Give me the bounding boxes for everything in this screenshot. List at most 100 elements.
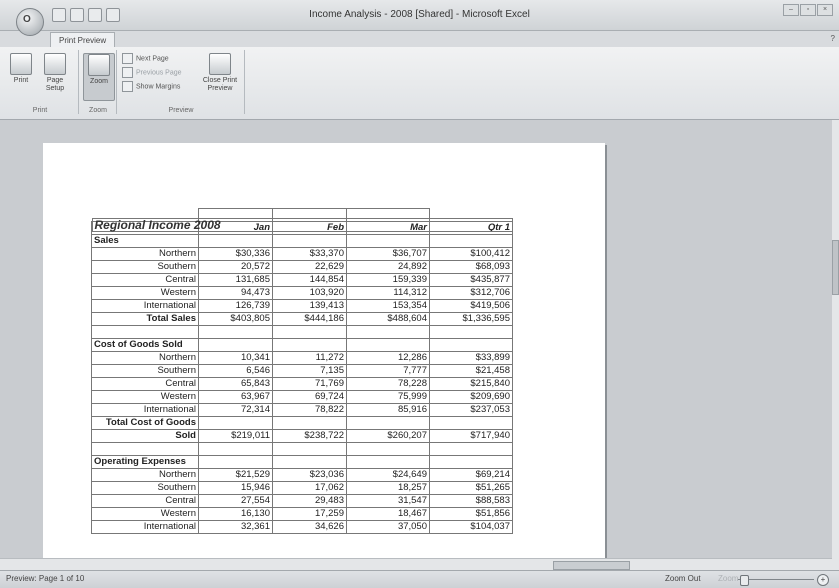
table-cell bbox=[198, 442, 273, 456]
help-icon[interactable]: ? bbox=[831, 34, 835, 43]
table-cell: $237,053 bbox=[429, 403, 513, 417]
table-cell: $51,856 bbox=[429, 507, 513, 521]
table-row: Southern 6,546 7,135 7,777 $21,458 bbox=[91, 364, 513, 378]
table-cell: 22,629 bbox=[272, 260, 347, 274]
table-cell: $435,877 bbox=[429, 273, 513, 287]
zoom-slider-knob[interactable] bbox=[740, 575, 749, 586]
table-cell: 131,685 bbox=[198, 273, 273, 287]
vertical-scrollbar[interactable] bbox=[832, 120, 839, 570]
zoom-group: Zoom Zoom bbox=[80, 50, 117, 114]
table-row: International 72,314 78,822 85,916 $237,053 bbox=[91, 403, 513, 417]
checkbox-icon bbox=[122, 81, 133, 92]
table-row: Central 131,685 144,854 159,339 $435,877 bbox=[91, 273, 513, 287]
table-cell: 24,892 bbox=[346, 260, 430, 274]
horizontal-scroll-thumb[interactable] bbox=[553, 561, 630, 570]
table-cell: $215,840 bbox=[429, 377, 513, 391]
table-cell: 12,286 bbox=[346, 351, 430, 365]
table-row: International 32,361 34,626 37,050 $104,037 bbox=[91, 520, 513, 534]
table-row: Northern $21,529 $23,036 $24,649 $69,214 bbox=[91, 468, 513, 482]
row-label: Central bbox=[91, 273, 199, 287]
vertical-scroll-thumb[interactable] bbox=[832, 240, 839, 295]
table-cell bbox=[429, 455, 513, 469]
ribbon: Print Page Setup Print Zoom Zoom Next Pa… bbox=[0, 47, 839, 120]
table-cell: $219,011 bbox=[198, 429, 273, 443]
table-row: Western 63,967 69,724 75,999 $209,690 bbox=[91, 390, 513, 404]
table-cell: $238,722 bbox=[272, 429, 347, 443]
office-logo-icon: O bbox=[23, 14, 31, 25]
show-margins-checkbox[interactable]: Show Margins bbox=[122, 81, 180, 93]
row-label: Western bbox=[91, 286, 199, 300]
close-print-preview-label: Close Print Preview bbox=[202, 77, 238, 92]
table-cell: 17,259 bbox=[272, 507, 347, 521]
row-label: Total Cost of Goods bbox=[91, 416, 199, 430]
table-cell: 159,339 bbox=[346, 273, 430, 287]
table-cell bbox=[429, 416, 513, 430]
total-row: Sold $219,011 $238,722 $260,207 $717,940 bbox=[91, 429, 513, 443]
table-cell: 63,967 bbox=[198, 390, 273, 404]
table-cell: $23,036 bbox=[272, 468, 347, 482]
close-button[interactable]: × bbox=[817, 4, 833, 16]
table-cell bbox=[272, 338, 347, 352]
tab-print-preview[interactable]: Print Preview bbox=[50, 32, 116, 48]
table-row: Southern 20,572 22,629 24,892 $68,093 bbox=[91, 260, 513, 274]
restore-button[interactable]: ▫ bbox=[800, 4, 816, 16]
row-label bbox=[91, 325, 199, 339]
table-cell: $419,506 bbox=[429, 299, 513, 313]
previous-page-icon bbox=[122, 67, 133, 78]
table-cell: 11,272 bbox=[272, 351, 347, 365]
next-page-button[interactable]: Next Page bbox=[122, 53, 169, 65]
zoom-button[interactable]: Zoom bbox=[83, 53, 115, 101]
previous-page-button[interactable]: Previous Page bbox=[122, 67, 182, 79]
table-cell: $30,336 bbox=[198, 247, 273, 261]
zoom-slider[interactable] bbox=[738, 579, 814, 580]
table-cell bbox=[429, 234, 513, 248]
table-cell: 78,822 bbox=[272, 403, 347, 417]
table-cell: 29,483 bbox=[272, 494, 347, 508]
row-label: Central bbox=[91, 377, 199, 391]
table-cell: 85,916 bbox=[346, 403, 430, 417]
preview-page[interactable]: Regional Income 2008 Jan Feb Mar Qtr 1 S… bbox=[43, 143, 605, 570]
page-info: Preview: Page 1 of 10 bbox=[6, 574, 85, 583]
table-cell bbox=[272, 442, 347, 456]
blank-row bbox=[91, 325, 513, 339]
office-button[interactable]: O bbox=[16, 8, 44, 36]
row-label: Northern bbox=[91, 468, 199, 482]
table-cell: $104,037 bbox=[429, 520, 513, 534]
table-cell: $403,805 bbox=[198, 312, 273, 326]
table-cell: 153,354 bbox=[346, 299, 430, 313]
show-margins-label: Show Margins bbox=[136, 83, 181, 91]
table-cell: 16,130 bbox=[198, 507, 273, 521]
table-cell: 7,777 bbox=[346, 364, 430, 378]
minimize-button[interactable]: – bbox=[783, 4, 799, 16]
table-cell: 37,050 bbox=[346, 520, 430, 534]
table-cell bbox=[272, 455, 347, 469]
table-row: Central 27,554 29,483 31,547 $88,583 bbox=[91, 494, 513, 508]
status-bar: Preview: Page 1 of 10 Zoom Out Zoom In + bbox=[0, 570, 839, 588]
table-cell: $33,370 bbox=[272, 247, 347, 261]
row-label: Southern bbox=[91, 260, 199, 274]
row-label: Southern bbox=[91, 481, 199, 495]
table-cell: $260,207 bbox=[346, 429, 430, 443]
table-cell: 69,724 bbox=[272, 390, 347, 404]
print-button[interactable]: Print bbox=[6, 53, 36, 85]
table-row: Northern 10,341 11,272 12,286 $33,899 bbox=[91, 351, 513, 365]
zoom-plus-icon[interactable]: + bbox=[817, 574, 829, 586]
table-cell: $36,707 bbox=[346, 247, 430, 261]
blank-row bbox=[91, 442, 513, 456]
table-cell: 7,135 bbox=[272, 364, 347, 378]
title-bar: Income Analysis - 2008 [Shared] - Micros… bbox=[0, 0, 839, 31]
ribbon-tab-bar: Print Preview ? bbox=[0, 31, 839, 48]
page-setup-button[interactable]: Page Setup bbox=[40, 53, 70, 93]
table-cell: $21,458 bbox=[429, 364, 513, 378]
table-cell: 6,546 bbox=[198, 364, 273, 378]
preview-group-label: Preview bbox=[168, 107, 194, 114]
table-cell bbox=[198, 416, 273, 430]
table-cell: 15,946 bbox=[198, 481, 273, 495]
zoom-button-label: Zoom bbox=[90, 78, 108, 85]
table-cell: $21,529 bbox=[198, 468, 273, 482]
row-label: Southern bbox=[91, 364, 199, 378]
zoom-out-button[interactable]: Zoom Out bbox=[665, 571, 701, 587]
close-print-preview-button[interactable]: Close Print Preview bbox=[200, 53, 240, 93]
table-cell: 27,554 bbox=[198, 494, 273, 508]
previous-page-label: Previous Page bbox=[136, 69, 182, 77]
